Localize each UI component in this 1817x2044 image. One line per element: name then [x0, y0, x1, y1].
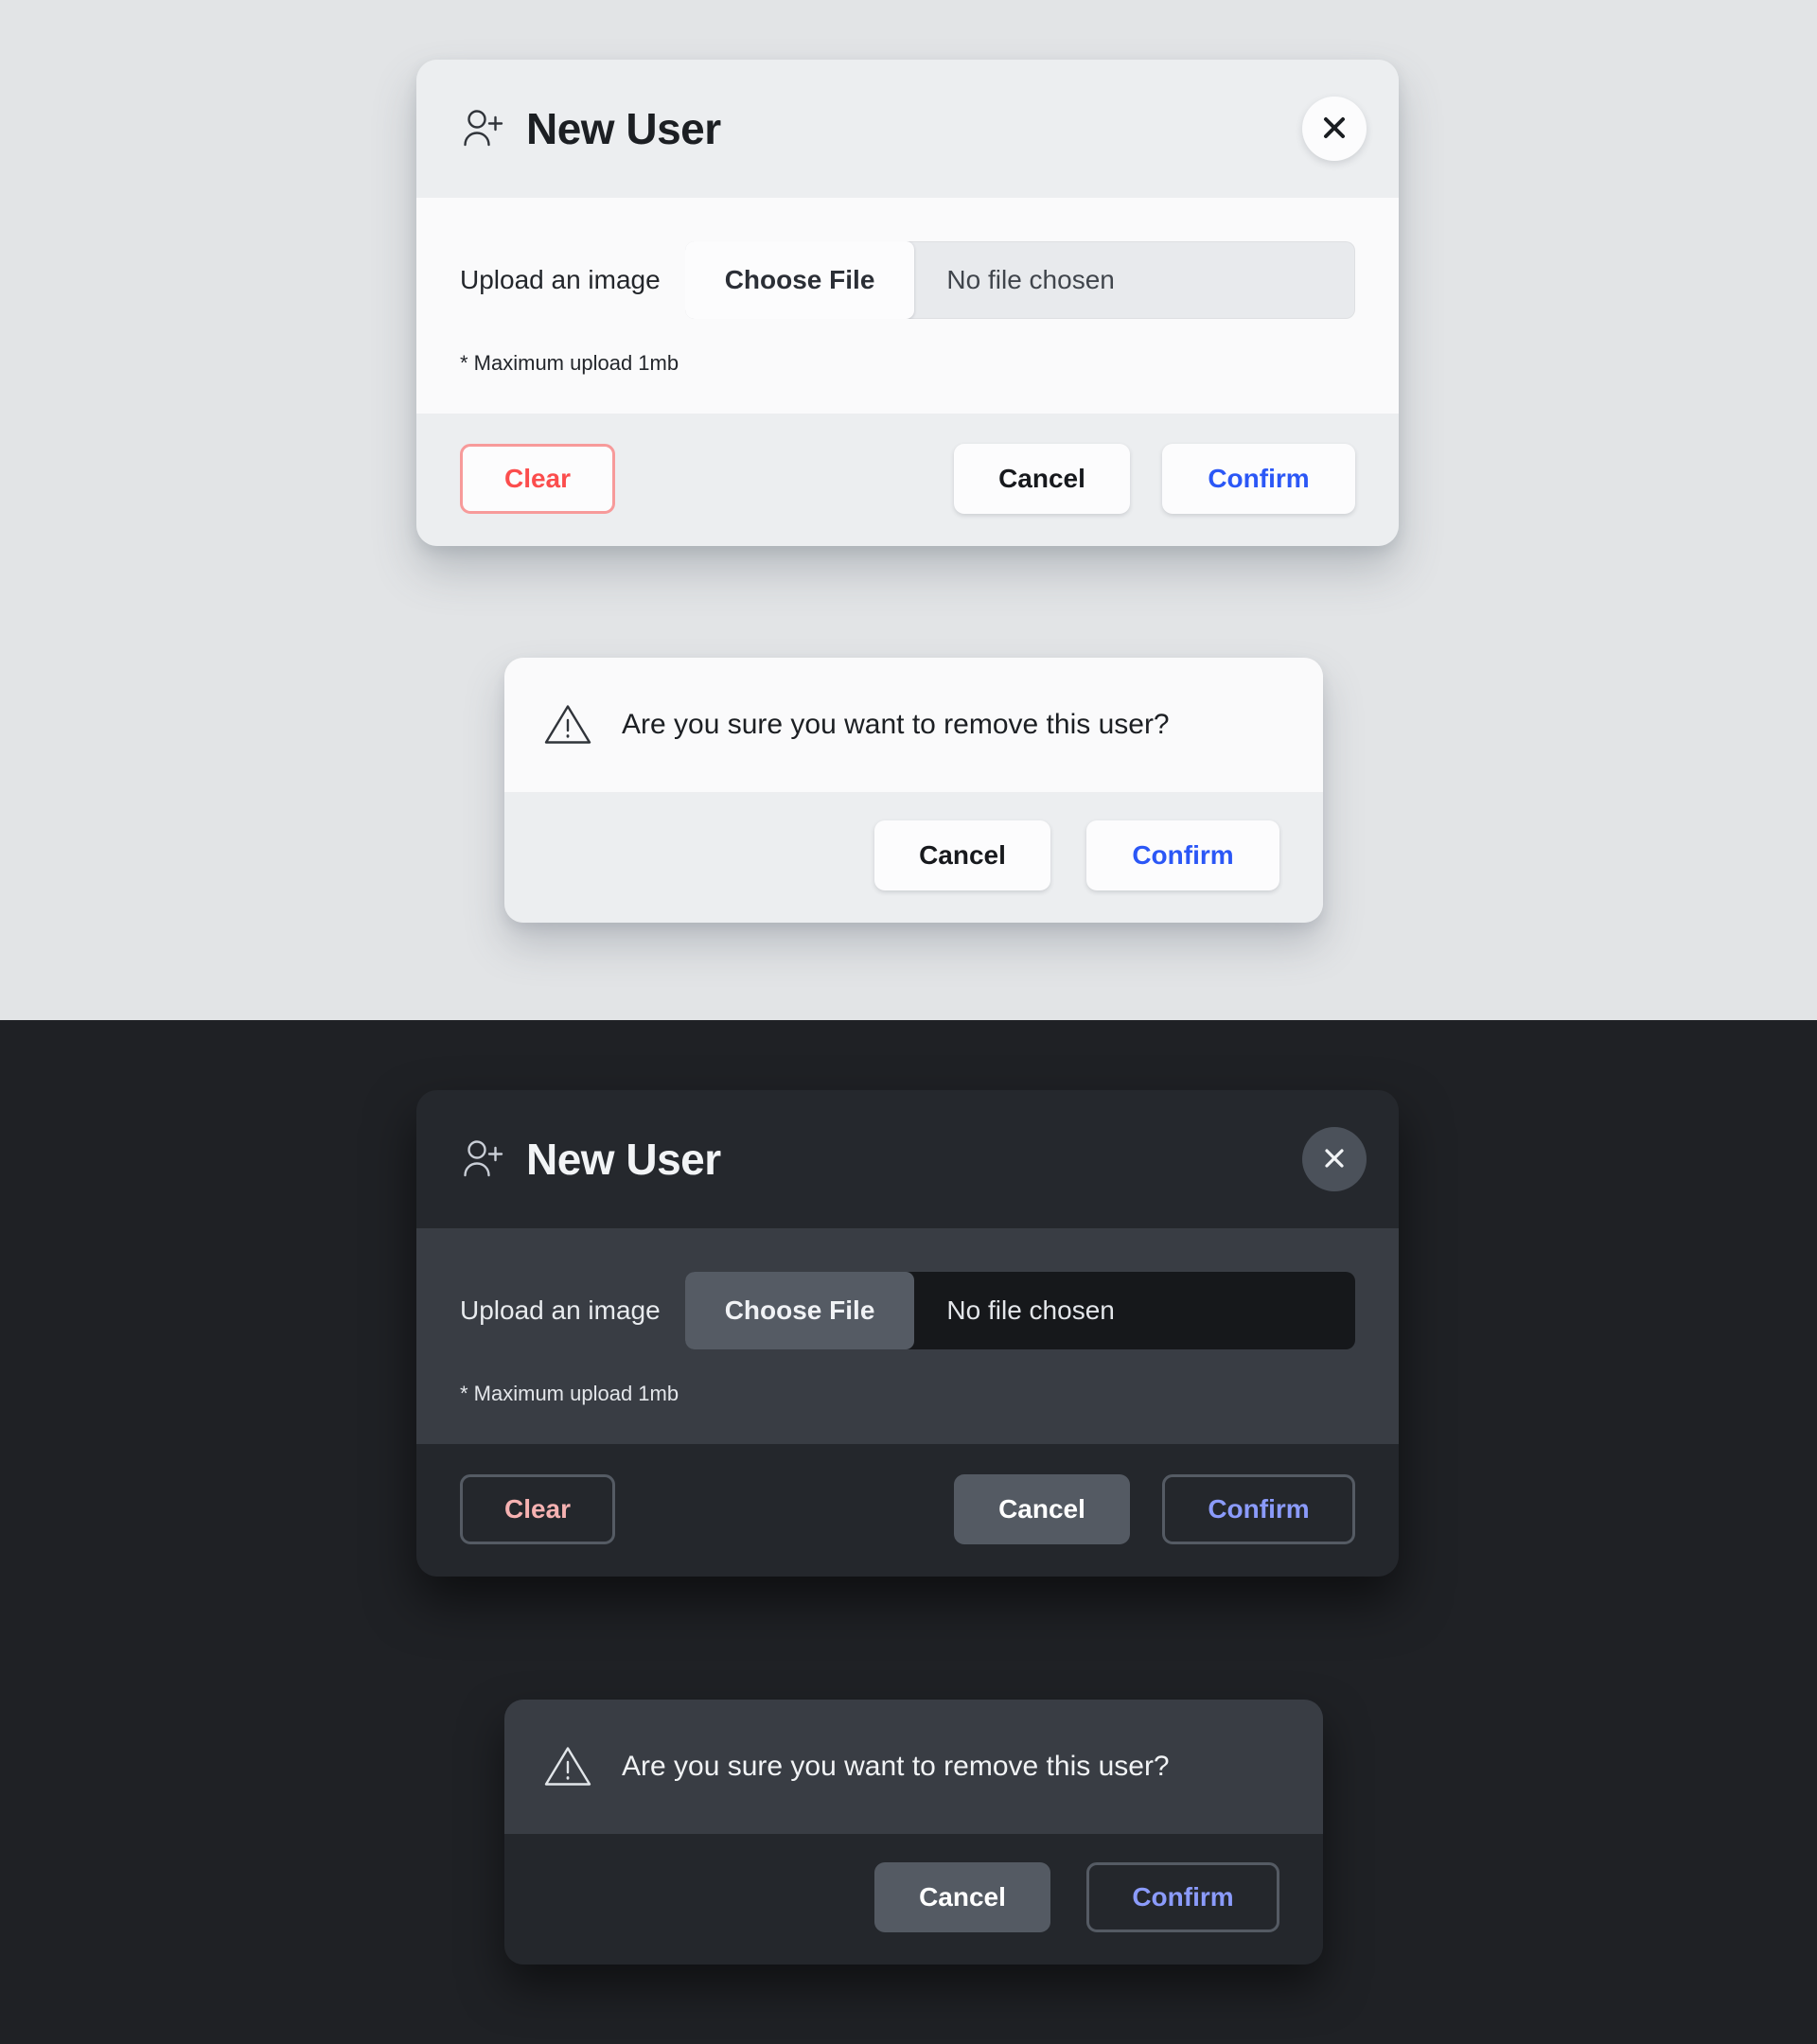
- upload-row: Upload an image Choose File No file chos…: [460, 241, 1355, 319]
- dialog-footer-dark: Cancel Confirm: [504, 1834, 1323, 1965]
- user-add-icon: [460, 1137, 505, 1182]
- modal-body-dark: Upload an image Choose File No file chos…: [416, 1228, 1399, 1444]
- warning-triangle-icon: [542, 699, 593, 750]
- close-icon: [1321, 115, 1348, 144]
- cancel-button[interactable]: Cancel: [954, 444, 1130, 514]
- cancel-button[interactable]: Cancel: [954, 1474, 1130, 1544]
- modal-footer: Clear Cancel Confirm: [416, 414, 1399, 546]
- upload-label: Upload an image: [460, 1295, 661, 1325]
- confirm-button[interactable]: Confirm: [1162, 444, 1355, 514]
- dialog-confirm-button[interactable]: Confirm: [1086, 820, 1279, 890]
- upload-hint: * Maximum upload 1mb: [460, 1382, 679, 1405]
- dialog-cancel-button[interactable]: Cancel: [874, 820, 1050, 890]
- footer-actions: Cancel Confirm: [954, 1474, 1355, 1544]
- choose-file-button[interactable]: Choose File: [684, 1272, 915, 1349]
- modal-title: New User: [526, 104, 721, 153]
- modal-header-dark: New User: [416, 1090, 1399, 1228]
- dialog-cancel-button[interactable]: Cancel: [874, 1862, 1050, 1932]
- file-status-text: No file chosen: [946, 1295, 1115, 1325]
- dialog-body: Are you sure you want to remove this use…: [504, 658, 1323, 792]
- page-root: New User Upload an image Choose File No …: [0, 0, 1817, 2044]
- close-button[interactable]: [1302, 97, 1367, 161]
- remove-user-dialog-dark: Are you sure you want to remove this use…: [504, 1700, 1323, 1965]
- modal-body: Upload an image Choose File No file chos…: [416, 198, 1399, 414]
- dialog-message: Are you sure you want to remove this use…: [622, 709, 1170, 740]
- modal-title: New User: [526, 1135, 721, 1184]
- close-icon: [1321, 1145, 1348, 1174]
- clear-button[interactable]: Clear: [460, 1474, 615, 1544]
- clear-button[interactable]: Clear: [460, 444, 615, 514]
- confirm-button[interactable]: Confirm: [1162, 1474, 1355, 1544]
- new-user-modal-dark: New User Upload an image Choose File No …: [416, 1090, 1399, 1577]
- new-user-modal-light: New User Upload an image Choose File No …: [416, 60, 1399, 546]
- upload-label: Upload an image: [460, 265, 661, 294]
- file-input-control[interactable]: Choose File No file chosen: [684, 241, 1355, 319]
- close-button[interactable]: [1302, 1127, 1367, 1191]
- upload-hint: * Maximum upload 1mb: [460, 351, 679, 375]
- user-add-icon: [460, 106, 505, 151]
- footer-actions: Cancel Confirm: [954, 444, 1355, 514]
- dialog-message: Are you sure you want to remove this use…: [622, 1751, 1170, 1782]
- dialog-confirm-button[interactable]: Confirm: [1086, 1862, 1279, 1932]
- remove-user-dialog-light: Are you sure you want to remove this use…: [504, 658, 1323, 923]
- choose-file-button[interactable]: Choose File: [684, 241, 915, 319]
- upload-row: Upload an image Choose File No file chos…: [460, 1272, 1355, 1349]
- warning-triangle-icon: [542, 1741, 593, 1792]
- dialog-body-dark: Are you sure you want to remove this use…: [504, 1700, 1323, 1834]
- dialog-footer: Cancel Confirm: [504, 792, 1323, 923]
- modal-footer-dark: Clear Cancel Confirm: [416, 1444, 1399, 1577]
- modal-header: New User: [416, 60, 1399, 198]
- file-status-text: No file chosen: [946, 265, 1115, 294]
- file-input-control[interactable]: Choose File No file chosen: [684, 1272, 1355, 1349]
